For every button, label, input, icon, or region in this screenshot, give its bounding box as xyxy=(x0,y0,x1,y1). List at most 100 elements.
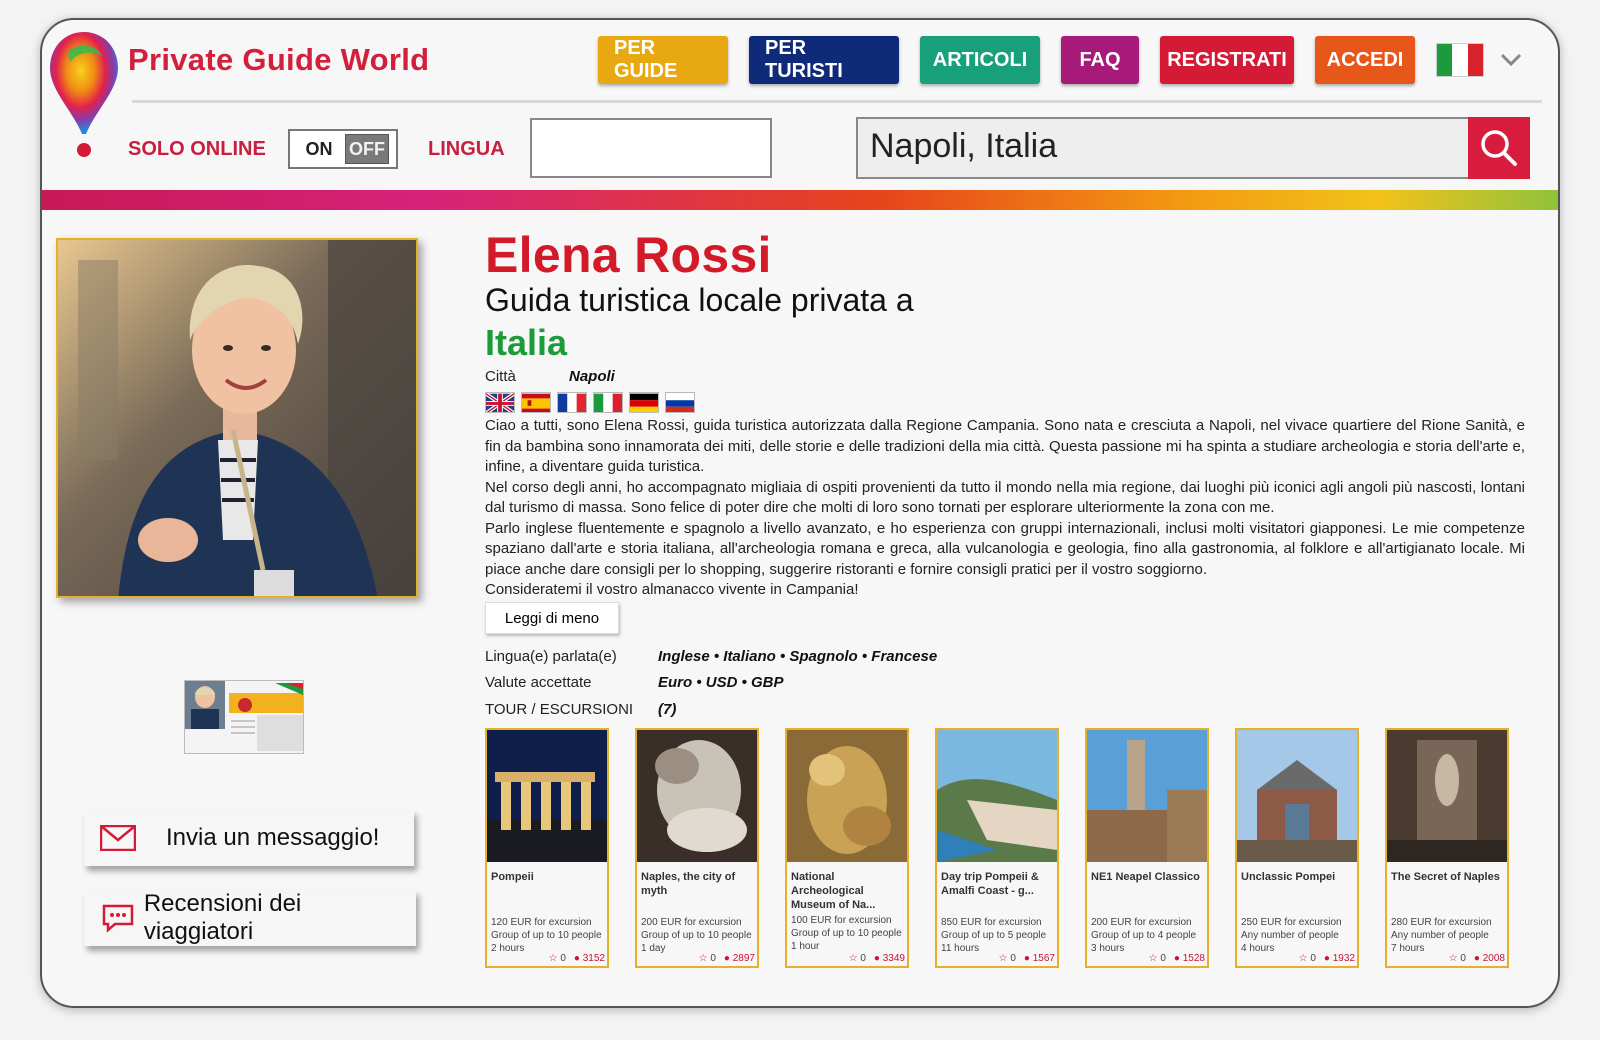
tour-image xyxy=(1237,730,1357,862)
nav-accedi-button[interactable]: ACCEDI xyxy=(1315,36,1415,84)
bio-paragraph: Consideratemi il vostro almanacco vivent… xyxy=(485,581,859,598)
tour-stats: ☆ 0 ● 1528 xyxy=(1149,953,1205,964)
lingua-input[interactable] xyxy=(530,118,772,178)
tour-group: Group of up to 4 people xyxy=(1091,930,1197,941)
tour-group: Any number of people xyxy=(1241,930,1339,941)
tour-image xyxy=(637,730,757,862)
brand-name[interactable]: Private Guide World xyxy=(128,42,429,78)
nav-per-turisti-button[interactable]: PER TURISTI xyxy=(749,36,899,84)
star-icon: ☆ xyxy=(1448,953,1458,964)
currencies-label: Valute accettate xyxy=(485,674,592,691)
lingua-label: LINGUA xyxy=(428,138,505,160)
send-message-button[interactable]: Invia un messaggio! xyxy=(84,810,414,866)
tour-image xyxy=(937,730,1057,862)
star-icon: ☆ xyxy=(698,953,708,964)
tour-card[interactable]: Unclassic Pompei 250 EUR for excursion A… xyxy=(1235,728,1359,968)
tour-image xyxy=(1087,730,1207,862)
uk-flag-icon xyxy=(485,392,515,413)
tour-card[interactable]: Day trip Pompeii & Amalfi Coast - g... 8… xyxy=(935,728,1059,968)
tour-views: 3349 xyxy=(882,953,905,964)
tour-card[interactable]: National Archeological Museum of Na... 1… xyxy=(785,728,909,968)
tour-card[interactable]: The Secret of Naples 280 EUR for excursi… xyxy=(1385,728,1509,968)
envelope-icon xyxy=(98,820,138,856)
tour-title: Day trip Pompeii & Amalfi Coast - g... xyxy=(941,871,1039,897)
tour-group: Group of up to 5 people xyxy=(941,930,1047,941)
tour-rating: 0 xyxy=(710,953,716,964)
guide-license-thumbnail[interactable] xyxy=(184,680,304,754)
tour-image xyxy=(787,730,907,862)
tour-meta: 120 EUR for excursion Group of up to 10 … xyxy=(491,916,607,955)
profile-photo xyxy=(56,238,418,598)
tour-views: 1932 xyxy=(1332,953,1355,964)
tour-price: 850 EUR for excursion xyxy=(941,917,1042,928)
tour-price: 200 EUR for excursion xyxy=(1091,917,1192,928)
tour-meta: 200 EUR for excursion Group of up to 4 p… xyxy=(1091,916,1207,955)
tour-views: 2897 xyxy=(732,953,755,964)
nav-faq-button[interactable]: FAQ xyxy=(1061,36,1139,84)
logo-pin-icon[interactable] xyxy=(48,30,120,158)
tour-price: 200 EUR for excursion xyxy=(641,917,742,928)
tour-title: Unclassic Pompei xyxy=(1241,871,1336,883)
tour-stats: ☆ 0 ● 2897 xyxy=(699,953,755,964)
tour-image xyxy=(1387,730,1507,862)
tour-price: 120 EUR for excursion xyxy=(491,917,592,928)
tour-rating: 0 xyxy=(560,953,566,964)
nav-articoli-button[interactable]: ARTICOLI xyxy=(920,36,1040,84)
guide-subtitle: Guida turistica locale privata a xyxy=(485,282,914,318)
tour-price: 280 EUR for excursion xyxy=(1391,917,1492,928)
read-less-button[interactable]: Leggi di meno xyxy=(485,602,619,634)
toggle-off-label[interactable]: OFF xyxy=(345,134,389,164)
guide-name: Elena Rossi xyxy=(485,227,772,283)
tour-views: 1567 xyxy=(1032,953,1055,964)
city-label: Città xyxy=(485,368,516,385)
tours-label: TOUR / ESCURSIONI xyxy=(485,701,634,718)
tour-group: Group of up to 10 people xyxy=(491,930,602,941)
languages-value: Inglese • Italiano • Spagnolo • Francese xyxy=(658,648,938,665)
russia-flag-icon xyxy=(665,392,695,413)
tour-card[interactable]: Pompeii 120 EUR for excursion Group of u… xyxy=(485,728,609,968)
city-value[interactable]: Napoli xyxy=(569,368,615,385)
tour-group: Any number of people xyxy=(1391,930,1489,941)
italy-flag-icon xyxy=(593,392,623,413)
search-button[interactable] xyxy=(1468,117,1530,179)
eye-icon: ● xyxy=(1323,953,1330,964)
guide-country[interactable]: Italia xyxy=(485,322,567,364)
language-flags xyxy=(485,392,695,413)
tour-duration: 1 hour xyxy=(791,941,820,952)
tour-price: 250 EUR for excursion xyxy=(1241,917,1342,928)
nav-registrati-button[interactable]: REGISTRATI xyxy=(1160,36,1294,84)
nav-per-guide-button[interactable]: PER GUIDE xyxy=(598,36,728,84)
eye-icon: ● xyxy=(1023,953,1030,964)
star-icon: ☆ xyxy=(848,953,858,964)
eye-icon: ● xyxy=(723,953,730,964)
tour-views: 2008 xyxy=(1482,953,1505,964)
france-flag-icon xyxy=(557,392,587,413)
tour-views: 3152 xyxy=(582,953,605,964)
star-icon: ☆ xyxy=(998,953,1008,964)
solo-online-label: SOLO ONLINE xyxy=(128,138,266,160)
tour-title: National Archeological Museum of Na... xyxy=(791,871,876,911)
toggle-on-label[interactable]: ON xyxy=(293,139,345,160)
tour-rating: 0 xyxy=(1310,953,1316,964)
tour-title: Pompeii xyxy=(491,871,534,883)
tour-list: Pompeii 120 EUR for excursion Group of u… xyxy=(485,728,1509,968)
tour-group: Group of up to 10 people xyxy=(641,930,752,941)
bio-paragraph: Parlo inglese fluentemente e spagnolo a … xyxy=(485,519,1525,578)
tour-meta: 200 EUR for excursion Group of up to 10 … xyxy=(641,916,757,955)
browser-frame: Private Guide World PER GUIDE PER TURIST… xyxy=(40,18,1560,1008)
star-icon: ☆ xyxy=(548,953,558,964)
tour-card[interactable]: NE1 Neapel Classico 200 EUR for excursio… xyxy=(1085,728,1209,968)
tour-group: Group of up to 10 people xyxy=(791,928,902,939)
reviews-button[interactable]: Recensioni dei viaggiatori xyxy=(84,890,416,946)
tour-stats: ☆ 0 ● 3152 xyxy=(549,953,605,964)
tour-rating: 0 xyxy=(1460,953,1466,964)
header-divider xyxy=(132,100,1542,103)
tour-card[interactable]: Naples, the city of myth 200 EUR for exc… xyxy=(635,728,759,968)
tour-meta: 850 EUR for excursion Group of up to 5 p… xyxy=(941,916,1057,955)
chevron-down-icon[interactable] xyxy=(1499,48,1523,72)
search-input[interactable]: Napoli, Italia xyxy=(856,117,1470,179)
italy-flag-icon[interactable] xyxy=(1436,43,1484,77)
online-toggle[interactable]: ON OFF xyxy=(288,129,398,169)
bio-paragraph: Nel corso degli anni, ho accompagnato mi… xyxy=(485,478,1525,517)
eye-icon: ● xyxy=(1173,953,1180,964)
